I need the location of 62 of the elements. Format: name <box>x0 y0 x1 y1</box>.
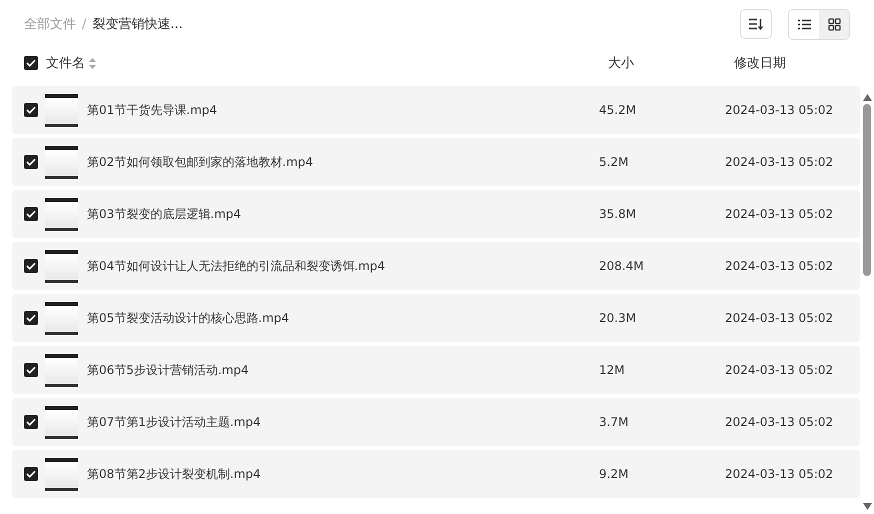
breadcrumb-item[interactable]: 裂变营销快速... <box>92 15 183 33</box>
video-thumbnail <box>45 198 78 230</box>
row-checkbox[interactable] <box>24 103 38 117</box>
list-view-button[interactable] <box>789 10 819 38</box>
video-thumbnail <box>45 354 78 386</box>
grid-icon <box>828 18 840 30</box>
modified-date: 2024-03-13 05:02 <box>725 103 834 117</box>
file-row[interactable]: 第01节干货先导课.mp4 45.2M 2024-03-13 05:02 <box>12 86 860 134</box>
row-checkbox[interactable] <box>24 311 38 325</box>
row-checkbox[interactable] <box>24 363 38 377</box>
file-row[interactable]: 第03节裂变的底层逻辑.mp4 35.8M 2024-03-13 05:02 <box>12 190 860 238</box>
modified-date: 2024-03-13 05:02 <box>725 207 834 221</box>
modified-date: 2024-03-13 05:02 <box>725 259 834 273</box>
file-name: 第03节裂变的底层逻辑.mp4 <box>87 206 242 222</box>
file-row[interactable]: 第02节如何领取包邮到家的落地教材.mp4 5.2M 2024-03-13 05:02 <box>12 138 860 186</box>
column-header[interactable]: 大小 <box>608 54 634 72</box>
video-thumbnail <box>45 250 78 282</box>
sort-icon <box>749 18 763 30</box>
file-name: 第07节第1步设计活动主题.mp4 <box>87 414 262 430</box>
file-size: 3.7M <box>599 415 630 429</box>
file-size: 12M <box>599 363 626 377</box>
file-name: 第05节裂变活动设计的核心思路.mp4 <box>87 310 290 326</box>
file-row[interactable]: 第08节第2步设计裂变机制.mp4 9.2M 2024-03-13 05:02 <box>12 450 860 498</box>
file-row[interactable]: 第04节如何设计让人无法拒绝的引流品和裂变诱饵.mp4 208.4M 2024-03-13 05:02 <box>12 242 860 290</box>
video-thumbnail <box>45 406 78 438</box>
column-header[interactable]: 修改日期 <box>734 54 786 72</box>
sort-button[interactable] <box>740 9 772 39</box>
file-size: 45.2M <box>599 103 638 117</box>
file-size: 35.8M <box>599 207 638 221</box>
scroll-down-icon[interactable] <box>862 503 872 510</box>
modified-date: 2024-03-13 05:02 <box>725 363 834 377</box>
select-all-checkbox[interactable] <box>24 56 38 70</box>
file-name: 第04节如何设计让人无法拒绝的引流品和裂变诱饵.mp4 <box>87 258 386 274</box>
video-thumbnail <box>45 94 78 126</box>
modified-date: 2024-03-13 05:02 <box>725 467 834 481</box>
file-name: 第02节如何领取包邮到家的落地教材.mp4 <box>87 154 314 170</box>
row-checkbox[interactable] <box>24 259 38 273</box>
video-thumbnail <box>45 458 78 490</box>
modified-date: 2024-03-13 05:02 <box>725 311 834 325</box>
file-row[interactable]: 第06节5步设计营销活动.mp4 12M 2024-03-13 05:02 <box>12 346 860 394</box>
file-name: 第01节干货先导课.mp4 <box>87 102 218 118</box>
file-row[interactable]: 第05节裂变活动设计的核心思路.mp4 20.3M 2024-03-13 05:02 <box>12 294 860 342</box>
scrollbar-thumb[interactable] <box>863 104 871 276</box>
breadcrumb-separator: / <box>82 16 86 32</box>
video-thumbnail <box>45 146 78 178</box>
file-name: 第06节5步设计营销活动.mp4 <box>87 362 250 378</box>
modified-date: 2024-03-13 05:02 <box>725 415 834 429</box>
row-checkbox[interactable] <box>24 415 38 429</box>
file-row[interactable]: 第07节第1步设计活动主题.mp4 3.7M 2024-03-13 05:02 <box>12 398 860 446</box>
row-checkbox[interactable] <box>24 467 38 481</box>
scroll-up-icon[interactable] <box>862 94 872 101</box>
file-size: 5.2M <box>599 155 630 169</box>
list-icon <box>798 18 810 30</box>
file-size: 208.4M <box>599 259 645 273</box>
modified-date: 2024-03-13 05:02 <box>725 155 834 169</box>
row-checkbox[interactable] <box>24 155 38 169</box>
file-size: 9.2M <box>599 467 630 481</box>
column-header[interactable]: 文件名 <box>46 54 85 72</box>
row-checkbox[interactable] <box>24 207 38 221</box>
file-size: 20.3M <box>599 311 638 325</box>
file-name: 第08节第2步设计裂变机制.mp4 <box>87 466 262 482</box>
video-thumbnail <box>45 302 78 334</box>
